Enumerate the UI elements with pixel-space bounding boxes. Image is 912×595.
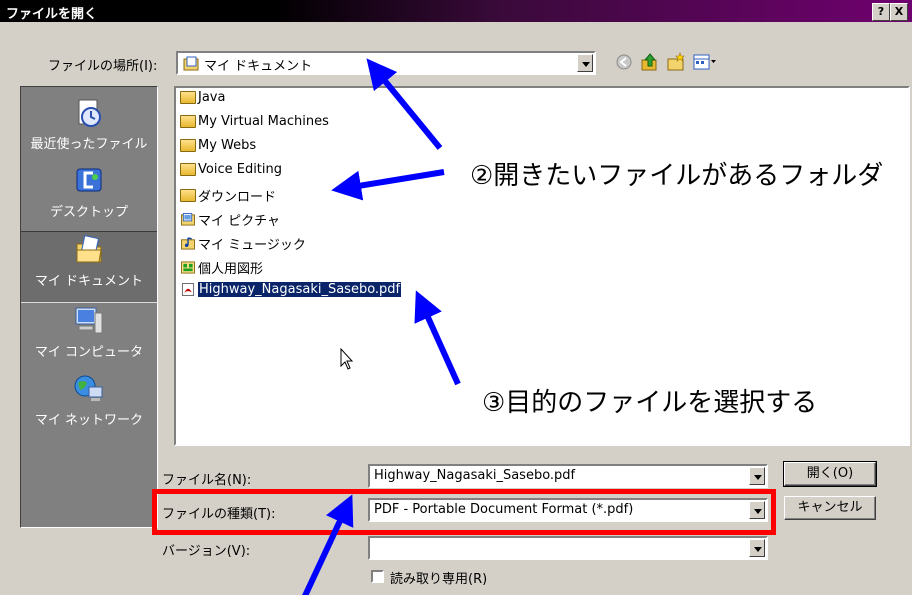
- annotation-arrows: [302, 58, 461, 595]
- arrow-to-filetype: [302, 494, 354, 595]
- arrow-to-folder-list: [331, 169, 445, 201]
- arrow-to-selected-file: [414, 290, 461, 386]
- arrow-to-lookin: [366, 58, 443, 150]
